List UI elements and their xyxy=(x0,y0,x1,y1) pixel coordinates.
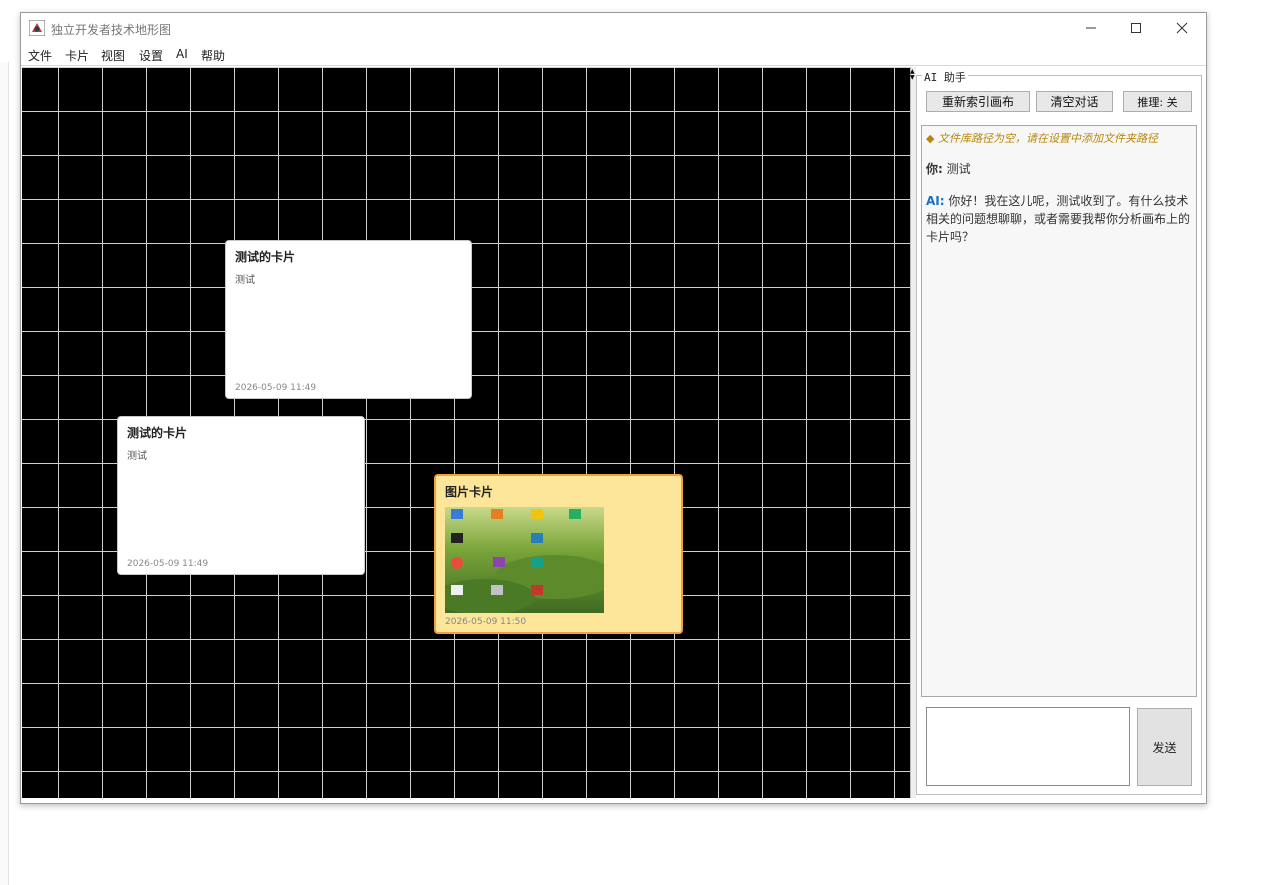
close-button[interactable] xyxy=(1159,13,1205,43)
card-image-thumbnail xyxy=(445,507,604,613)
menu-view[interactable]: 视图 xyxy=(101,47,125,64)
close-icon xyxy=(1176,22,1188,34)
card-timestamp: 2026-05-09 11:49 xyxy=(235,383,317,393)
card-title: 测试的卡片 xyxy=(235,250,296,264)
card-timestamp: 2026-05-09 11:49 xyxy=(127,559,209,569)
maximize-icon xyxy=(1131,23,1141,33)
menu-help[interactable]: 帮助 xyxy=(201,47,225,64)
ai-message-text: 你好！我在这儿呢，测试收到了。有什么技术相关的问题想聊聊，或者需要我帮你分析画布… xyxy=(926,194,1191,244)
app-window: 独立开发者技术地形图 文件 卡片 视图 设置 AI 帮助 测试的卡片 测试 20… xyxy=(20,12,1207,804)
desktop-strip xyxy=(0,0,1264,4)
image-card[interactable]: 图片卡片 2026-05-09 11:50 xyxy=(434,474,683,634)
reindex-canvas-button[interactable]: 重新索引画布 xyxy=(926,91,1030,112)
card-timestamp: 2026-05-09 11:50 xyxy=(445,617,527,627)
clear-chat-button[interactable]: 清空对话 xyxy=(1036,91,1113,112)
desktop-left-edge xyxy=(0,62,9,885)
chat-input[interactable] xyxy=(926,707,1130,786)
menu-file[interactable]: 文件 xyxy=(28,47,52,64)
ai-label: AI: xyxy=(926,194,945,208)
title-bar[interactable]: 独立开发者技术地形图 xyxy=(21,13,1206,43)
window-title: 独立开发者技术地形图 xyxy=(51,23,172,37)
menu-settings[interactable]: 设置 xyxy=(139,47,163,64)
card-title: 测试的卡片 xyxy=(127,426,188,440)
send-button[interactable]: 发送 xyxy=(1137,708,1192,786)
system-message: ◆ 文件库路径为空，请在设置中添加文件夹路径 xyxy=(926,132,1158,145)
java-app-icon xyxy=(28,19,46,37)
reasoning-toggle-button[interactable]: 推理: 关 xyxy=(1123,91,1192,112)
card-body: 测试 xyxy=(235,275,255,286)
card-item[interactable]: 测试的卡片 测试 2026-05-09 11:49 xyxy=(117,416,365,575)
ai-panel-legend: AI 助手 xyxy=(922,69,968,85)
card-title: 图片卡片 xyxy=(445,485,494,499)
divider-arrows-icon[interactable]: ▲ ▼ xyxy=(910,69,915,81)
ai-message: AI: 你好！我在这儿呢，测试收到了。有什么技术相关的问题想聊聊，或者需要我帮你… xyxy=(926,192,1192,246)
menu-bar: 文件 卡片 视图 设置 AI 帮助 xyxy=(21,43,1206,66)
chat-history[interactable]: ◆ 文件库路径为空，请在设置中添加文件夹路径 你: 测试 AI: 你好！我在这儿… xyxy=(921,125,1197,697)
user-label: 你: xyxy=(926,162,943,176)
maximize-button[interactable] xyxy=(1113,13,1159,43)
ai-assistant-panel: AI 助手 重新索引画布 清空对话 推理: 关 ◆ 文件库路径为空，请在设置中添… xyxy=(916,69,1203,795)
card-body: 测试 xyxy=(127,451,147,462)
user-message: 你: 测试 xyxy=(926,160,1192,178)
card-canvas[interactable]: 测试的卡片 测试 2026-05-09 11:49 测试的卡片 测试 2026-… xyxy=(22,67,910,798)
user-message-text: 测试 xyxy=(946,162,971,176)
minimize-button[interactable] xyxy=(1068,13,1114,43)
menu-card[interactable]: 卡片 xyxy=(65,47,89,64)
menu-ai[interactable]: AI xyxy=(176,47,188,61)
minimize-icon xyxy=(1086,27,1096,29)
card-item[interactable]: 测试的卡片 测试 2026-05-09 11:49 xyxy=(225,240,472,399)
